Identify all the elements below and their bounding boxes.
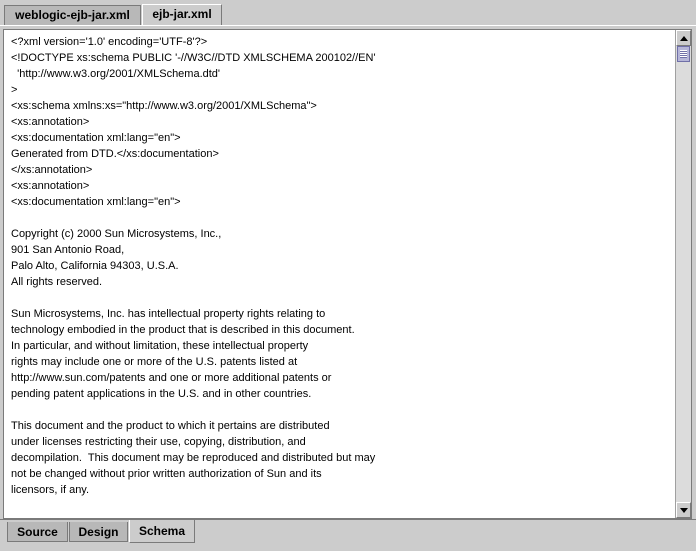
editor-line: In particular, and without limitation, t… [11,340,309,352]
view-tab-bar: Source Design Schema [0,519,696,551]
tab-source[interactable]: Source [7,522,68,542]
editor-line: <?xml version='1.0' encoding='UTF-8'?> [11,36,208,48]
editor-line: 901 San Antonio Road, [11,244,125,256]
editor-line: rights may include one or more of the U.… [11,356,298,368]
file-tab-bar: weblogic-ejb-jar.xml ejb-jar.xml [0,0,696,26]
tab-schema[interactable]: Schema [129,520,195,543]
editor-line: > [11,84,18,96]
editor-line: Sun Microsystems, Inc. has intellectual … [11,308,326,320]
editor-line: <!DOCTYPE xs:schema PUBLIC '-//W3C//DTD … [11,52,376,64]
editor-line: </xs:annotation> [11,164,93,176]
vertical-scrollbar[interactable] [675,30,691,518]
arrow-up-icon [680,36,688,41]
editor-line: <xs:annotation> [11,180,90,192]
editor-line: not be changed without prior written aut… [11,468,322,480]
editor-text-area[interactable]: <?xml version='1.0' encoding='UTF-8'?> <!… [11,34,671,516]
editor-line: <xs:annotation> [11,116,90,128]
tab-design[interactable]: Design [69,522,128,542]
scroll-up-button[interactable] [676,30,691,46]
editor-line: Palo Alto, California 94303, U.S.A. [11,260,179,272]
tab-bar-divider [0,25,696,26]
editor-line: <xs:documentation xml:lang="en"> [11,132,181,144]
source-editor[interactable]: <?xml version='1.0' encoding='UTF-8'?> <!… [3,29,692,519]
editor-line: This document and the product to which i… [11,420,330,432]
editor-line: Generated from DTD.</xs:documentation> [11,148,219,160]
tab-ejb-jar[interactable]: ejb-jar.xml [142,4,222,26]
editor-line: decompilation. This document may be repr… [11,452,376,464]
tab-weblogic-ejb-jar[interactable]: weblogic-ejb-jar.xml [4,5,141,25]
view-tab-divider [0,519,696,520]
editor-line: 'http://www.w3.org/2001/XMLSchema.dtd' [11,68,221,80]
editor-line: technology embodied in the product that … [11,324,355,336]
editor-line: pending patent applications in the U.S. … [11,388,312,400]
editor-line: <xs:schema xmlns:xs="http://www.w3.org/2… [11,100,317,112]
editor-line: licensors, if any. [11,484,90,496]
scroll-down-button[interactable] [676,502,691,518]
editor-line: <xs:documentation xml:lang="en"> [11,196,181,208]
editor-line: http://www.sun.com/patents and one or mo… [11,372,332,384]
editor-line: under licenses restricting their use, co… [11,436,306,448]
editor-line: Copyright (c) 2000 Sun Microsystems, Inc… [11,228,222,240]
scroll-thumb[interactable] [677,46,690,62]
editor-line: All rights reserved. [11,276,103,288]
arrow-down-icon [680,508,688,513]
